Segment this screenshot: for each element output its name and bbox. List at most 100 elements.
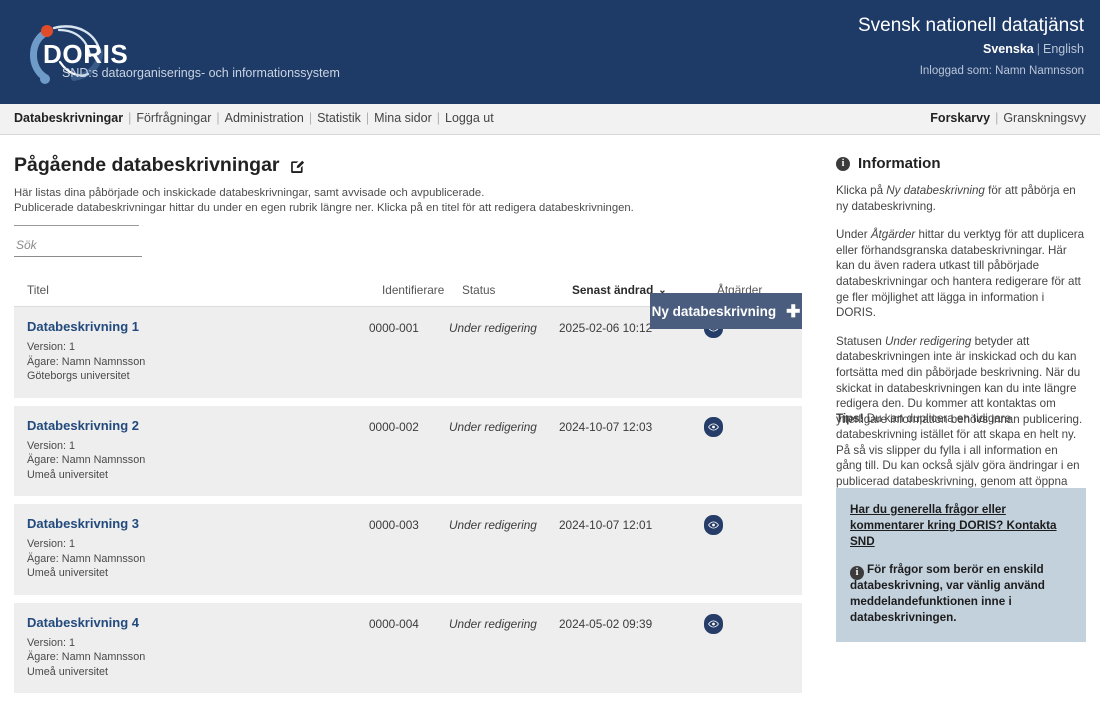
- databeskrivningar-table: Titel Identifierare Status Senast ändrad…: [14, 283, 802, 693]
- row-owner: Ägare: Namn Namnsson: [27, 454, 146, 466]
- logged-in-user: Inloggad som: Namn Namnsson: [919, 65, 1084, 77]
- info-paragraph-1: Klicka på Ny databeskrivning för att påb…: [836, 183, 1086, 214]
- plus-icon: ✚: [786, 301, 801, 321]
- row-organisation: Göteborgs universitet: [27, 370, 130, 382]
- row-identifier: 0000-002: [369, 419, 419, 434]
- info-p1-pre: Klicka på: [836, 184, 887, 197]
- row-organisation: Umeå universitet: [27, 665, 109, 678]
- navbar-right-items: Forskarvy | Granskningsvy: [930, 111, 1086, 125]
- page-intro: Här listas dina påbörjade och inskickade…: [14, 186, 714, 216]
- table-row[interactable]: Databeskrivning 4 Version: 1 Ägare: Namn N…: [14, 602, 802, 693]
- row-preview-button[interactable]: [704, 515, 723, 535]
- site-header: DORIS SND:s dataorganiserings- och infor…: [0, 0, 1100, 104]
- column-header-titel[interactable]: Titel: [14, 283, 382, 297]
- info-circle-icon: i: [850, 566, 864, 580]
- new-databeskrivning-button[interactable]: Ny databeskrivning ✚: [650, 293, 802, 329]
- intro-line-1: Här listas dina påbörjade och inskickade…: [14, 187, 485, 199]
- row-version: Version: 1: [27, 341, 76, 353]
- row-status: Under redigering: [449, 321, 537, 335]
- info-circle-icon: i: [836, 156, 850, 171]
- row-version: Version: 1: [27, 439, 76, 452]
- info-p2-emphasis: Åtgärder: [870, 228, 916, 242]
- info-paragraph-2: Under Åtgärder hittar du verktyg för att…: [836, 227, 1086, 321]
- brand-title: Svensk nationell datatjänst: [857, 15, 1084, 36]
- info-p2-post: hittar du verktyg för att duplicera elle…: [836, 228, 1085, 320]
- table-row[interactable]: Databeskrivning 2 Version: 1 Ägare: Namn N…: [14, 405, 802, 496]
- nav-item-databeskrivningar[interactable]: Databeskrivningar: [14, 111, 123, 125]
- nav-separator: |: [308, 111, 313, 125]
- eye-icon: [708, 521, 719, 529]
- doris-logo[interactable]: DORIS SND:s dataorganiserings- och infor…: [14, 12, 354, 86]
- nav-item-granskningsvy[interactable]: Granskningsvy: [1003, 111, 1086, 125]
- page-title-row: Pågående databeskrivningar: [14, 153, 802, 177]
- row-status: Under redigering: [449, 518, 537, 532]
- main-navbar: Databeskrivningar | Förfrågningar | Administ…: [0, 104, 1100, 135]
- row-modified: 2024-10-07 12:03: [559, 419, 653, 434]
- lang-swedish[interactable]: Svenska: [983, 42, 1034, 56]
- table-body: Databeskrivning 1 Version: 1 Ägare: Namn N…: [14, 307, 802, 693]
- row-owner: Ägare: Namn Namnsson: [27, 552, 146, 565]
- row-version: Version: 1: [27, 538, 76, 550]
- row-owner: Ägare: Namn Namnsson: [27, 651, 146, 663]
- nav-item-statistik[interactable]: Statistik: [317, 111, 361, 125]
- page-title: Pågående databeskrivningar: [14, 154, 280, 176]
- search-box: [14, 236, 142, 257]
- eye-icon: [708, 619, 719, 628]
- page-content: Pågående databeskrivningar Här listas di…: [0, 135, 1100, 693]
- column-header-identifierare[interactable]: Identifierare: [382, 283, 462, 297]
- nav-separator: |: [365, 111, 370, 125]
- row-title-link[interactable]: Databeskrivning 4: [27, 615, 369, 631]
- row-identifier: 0000-001: [369, 321, 419, 335]
- logo-subtitle: SND:s dataorganiserings- och information…: [62, 66, 340, 80]
- row-status: Under redigering: [449, 616, 537, 631]
- nav-item-forfragningar[interactable]: Förfrågningar: [136, 111, 211, 125]
- header-right-block: Svensk nationell datatjänst Svenska | Engl…: [858, 14, 1084, 77]
- contact-snd-link[interactable]: Har du generella frågor eller kommentare…: [850, 502, 1072, 550]
- search-input[interactable]: [14, 238, 142, 257]
- row-organisation: Umeå universitet: [27, 468, 109, 481]
- info-p2-pre: Under: [836, 228, 871, 242]
- nav-item-mina-sidor[interactable]: Mina sidor: [374, 111, 432, 125]
- language-switcher: Svenska | English: [858, 41, 1084, 58]
- contact-note: i För frågor som berör en enskild databes…: [850, 562, 1072, 626]
- row-title-link[interactable]: Databeskrivning 2: [27, 418, 369, 434]
- main-column: Pågående databeskrivningar Här listas di…: [0, 135, 818, 701]
- new-databeskrivning-label: Ny databeskrivning: [651, 303, 777, 319]
- row-modified: 2024-05-02 09:39: [559, 616, 653, 631]
- nav-separator: |: [436, 111, 441, 125]
- row-owner: Ägare: Namn Namnsson: [27, 355, 146, 368]
- info-p1-emphasis: Ny databeskrivning: [886, 184, 985, 197]
- intro-divider: [14, 225, 139, 226]
- nav-separator: |: [216, 111, 220, 125]
- edit-pencil-icon[interactable]: [289, 158, 306, 175]
- eye-icon: [708, 422, 719, 431]
- info-p3-emphasis: Under redigering: [885, 334, 972, 348]
- information-header: i Information: [836, 155, 1086, 172]
- lang-separator: |: [1036, 42, 1040, 56]
- lang-english[interactable]: English: [1043, 42, 1084, 56]
- info-p3-pre: Statusen: [836, 334, 885, 348]
- row-identifier: 0000-003: [369, 518, 419, 532]
- tips-label: Tips!: [836, 412, 864, 426]
- row-title-link[interactable]: Databeskrivning 3: [27, 516, 369, 532]
- nav-separator: |: [128, 111, 132, 125]
- nav-item-administration[interactable]: Administration: [225, 111, 304, 125]
- nav-item-logga-ut[interactable]: Logga ut: [445, 111, 494, 125]
- nav-item-forskarvy[interactable]: Forskarvy: [930, 111, 990, 125]
- column-header-senast-andrad-label: Senast ändrad: [572, 283, 654, 297]
- nav-separator: |: [995, 111, 999, 125]
- column-header-status[interactable]: Status: [462, 283, 572, 297]
- row-status: Under redigering: [449, 419, 537, 434]
- row-identifier: 0000-004: [369, 616, 419, 631]
- contact-note-text: För frågor som berör en enskild databesk…: [850, 563, 1045, 624]
- intro-line-2: Publicerade databeskrivningar hittar du …: [14, 202, 634, 214]
- row-version: Version: 1: [27, 636, 76, 649]
- chevron-down-icon: ⌄: [658, 285, 667, 296]
- table-row[interactable]: Databeskrivning 3 Version: 1 Ägare: Namn N…: [14, 504, 802, 595]
- information-sidebar: i Information Klicka på Ny databeskrivni…: [818, 135, 1100, 642]
- row-modified: 2024-10-07 12:01: [559, 518, 653, 532]
- row-title-link[interactable]: Databeskrivning 1: [27, 319, 369, 335]
- contact-box: Har du generella frågor eller kommentare…: [836, 488, 1086, 642]
- navbar-left-items: Databeskrivningar | Förfrågningar | Administ…: [14, 111, 494, 125]
- row-preview-button[interactable]: [704, 416, 723, 437]
